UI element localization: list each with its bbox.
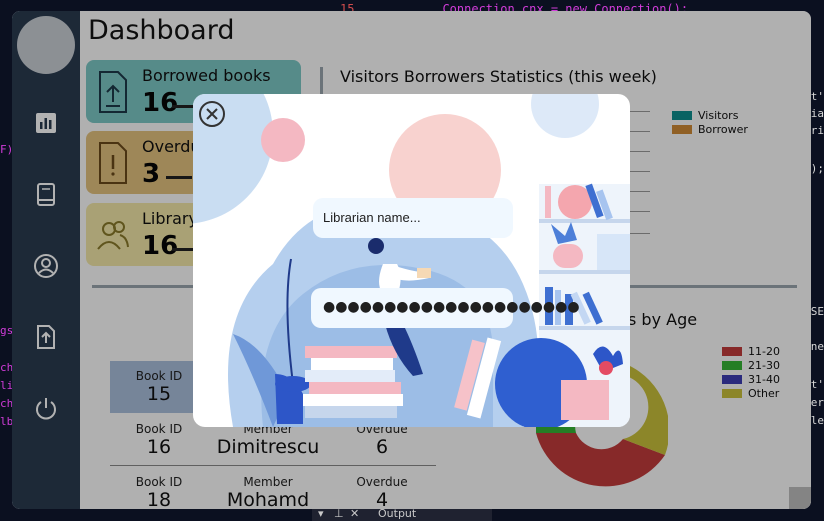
ide-right-fragment: ri — [810, 124, 824, 137]
password-field[interactable]: ●●●●●●●●●●●●●●●●●●●●● — [311, 288, 580, 328]
close-button[interactable] — [197, 99, 227, 129]
ide-right-fragment: ia — [810, 107, 824, 120]
ide-right-fragment: SE — [810, 305, 824, 318]
name-placeholder: Librarian name... — [323, 210, 421, 225]
ide-right-fragment: er — [810, 396, 824, 409]
login-illustration — [193, 94, 630, 427]
ide-right-fragment: t' — [810, 90, 824, 103]
login-modal: Librarian name... ●●●●●●●●●●●●●●●●●●●●● — [193, 94, 630, 427]
ide-right-fragment: le — [810, 414, 824, 427]
ide-right-fragment: t' — [810, 378, 824, 391]
close-circle-icon — [197, 101, 227, 133]
password-mask: ●●●●●●●●●●●●●●●●●●●●● — [323, 299, 580, 315]
librarian-name-field[interactable]: Librarian name... — [313, 198, 513, 238]
ide-right-fragment: ne — [810, 340, 824, 353]
